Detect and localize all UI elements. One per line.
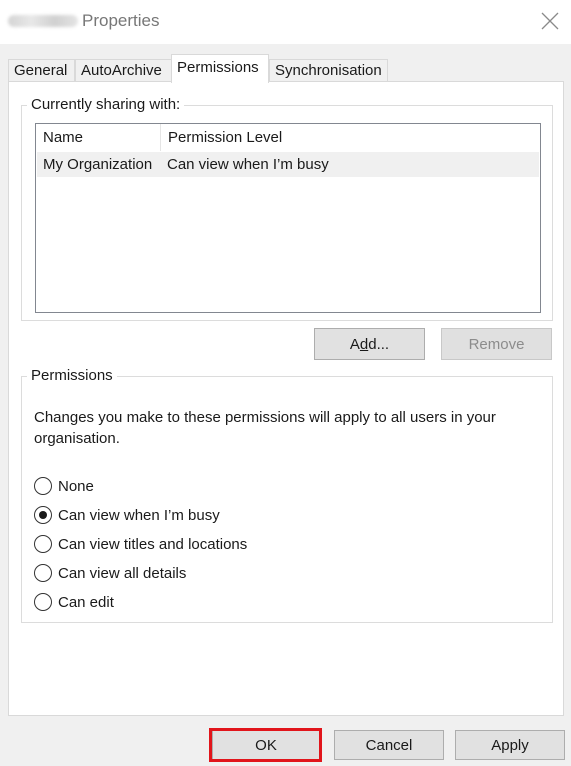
list-header: Name Permission Level [36, 124, 540, 151]
cancel-button[interactable]: Cancel [334, 730, 444, 760]
add-label-prefix: A [349, 335, 360, 353]
window-title: Properties [82, 11, 160, 30]
remove-button[interactable]: Remove [441, 328, 552, 360]
table-row[interactable]: My Organization Can view when I’m busy [37, 152, 539, 177]
permissions-panel: Currently sharing with: Name Permission … [8, 81, 564, 716]
radio-button-checked[interactable] [34, 506, 52, 524]
radio-button[interactable] [34, 593, 52, 611]
radio-label: Can view when I’m busy [58, 507, 220, 524]
row-name: My Organization [43, 156, 153, 173]
add-button[interactable]: Add... [314, 328, 425, 360]
sharing-list[interactable]: Name Permission Level My Organization Ca… [35, 123, 541, 313]
tab-autoarchive[interactable]: AutoArchive [75, 59, 172, 81]
radio-label: Can edit [58, 594, 114, 611]
sharing-group-label: Currently sharing with: [27, 96, 185, 114]
folder-name-redacted [8, 15, 78, 27]
permissions-group-label: Permissions [27, 367, 117, 385]
radio-button[interactable] [34, 477, 52, 495]
tab-general[interactable]: General [8, 59, 75, 81]
radio-label: None [58, 478, 94, 495]
tab-synchronisation[interactable]: Synchronisation [269, 59, 388, 81]
close-icon [541, 12, 559, 30]
radio-label: Can view titles and locations [58, 536, 248, 553]
row-permission-level: Can view when I’m busy [167, 156, 329, 173]
radio-button[interactable] [34, 535, 52, 553]
radio-button[interactable] [34, 564, 52, 582]
title-bar: Properties [0, 0, 571, 44]
ok-highlight-box [209, 728, 322, 762]
apply-button[interactable]: Apply [455, 730, 565, 760]
add-label-accesskey: d [359, 335, 369, 353]
sharing-group: Currently sharing with: Name Permission … [21, 96, 553, 321]
column-header-permission-level[interactable]: Permission Level [161, 124, 540, 151]
radio-label: Can view all details [58, 565, 187, 582]
tab-permissions[interactable]: Permissions [171, 54, 269, 83]
column-header-name[interactable]: Name [36, 124, 161, 151]
add-label-suffix: d... [368, 335, 390, 353]
permissions-note: Changes you make to these permissions wi… [34, 409, 496, 447]
close-button[interactable] [538, 9, 562, 33]
